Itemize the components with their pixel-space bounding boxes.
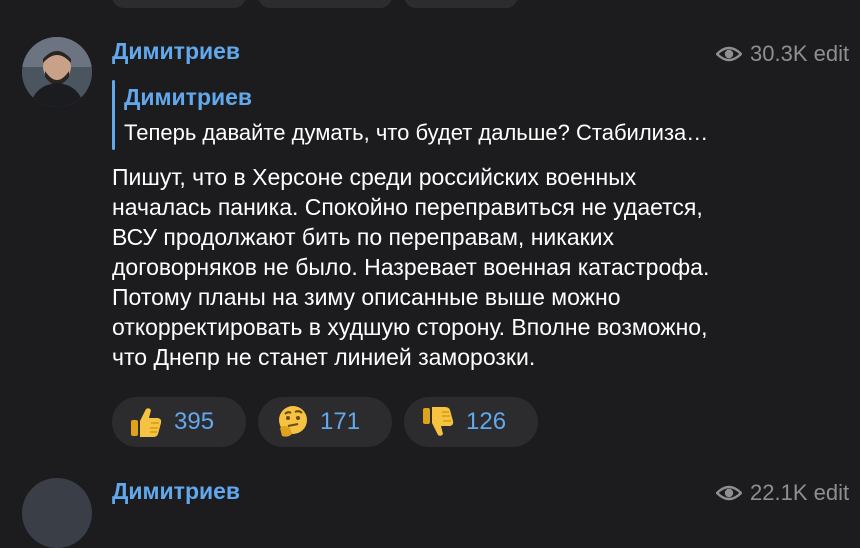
reaction-thinking[interactable]: 171 (258, 397, 392, 447)
message-line: договорняков не было. Назревает военная … (112, 254, 710, 280)
view-count-label: 22.1K edit (750, 480, 850, 505)
view-count: 30.3K edit (716, 41, 849, 67)
next-post-avatar[interactable] (22, 478, 92, 548)
reaction-count: 126 (466, 408, 507, 435)
avatar-photo (22, 37, 92, 107)
message-line: откорректировать в худшую сторону. Вполн… (112, 314, 708, 340)
reply-quote[interactable]: Димитриев Теперь давайте думать, что буд… (112, 78, 832, 152)
message-line: началась паника. Спокойно переправиться … (112, 194, 703, 220)
reaction-count: 395 (174, 408, 215, 435)
eye-icon (716, 485, 742, 501)
reply-text: Теперь давайте думать, что будет дальше?… (124, 120, 709, 145)
reply-quote-bar (112, 80, 115, 150)
message-line: Потому планы на зиму описанные выше можн… (112, 284, 621, 310)
previous-reaction-pill[interactable] (112, 0, 246, 8)
message-line: Пишут, что в Херсоне среди российских во… (112, 164, 637, 190)
avatar[interactable] (22, 37, 92, 107)
next-post-author[interactable]: Димитриев (112, 478, 240, 505)
message-line: ВСУ продолжают бить по переправам, никак… (112, 224, 615, 250)
view-count-label: 30.3K edit (750, 41, 850, 66)
next-post-view-count: 22.1K edit (716, 480, 849, 506)
message-line: что Днепр не станет линией заморозки. (112, 344, 536, 370)
reaction-thumbs-down[interactable]: 126 (404, 397, 538, 447)
eye-icon (716, 46, 742, 62)
previous-reaction-pill[interactable] (404, 0, 518, 8)
thumbs-down-icon (423, 407, 454, 436)
previous-reaction-pill[interactable] (258, 0, 392, 8)
thinking-face-icon (279, 406, 307, 437)
post-author[interactable]: Димитриев (112, 38, 240, 65)
thumbs-up-icon (131, 408, 162, 437)
reaction-count: 171 (320, 408, 361, 435)
message-text: Пишут, что в Херсоне среди российских во… (112, 162, 852, 372)
reaction-thumbs-up[interactable]: 395 (112, 397, 246, 447)
reply-author: Димитриев (124, 84, 253, 110)
